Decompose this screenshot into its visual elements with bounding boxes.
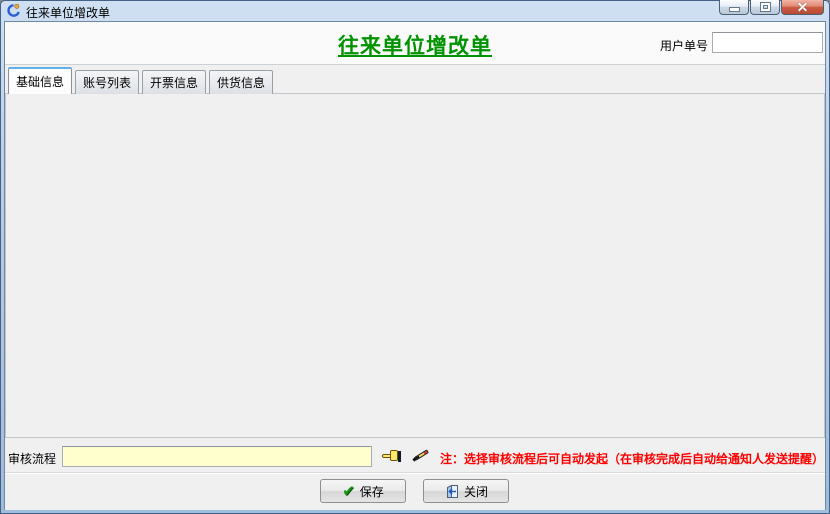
tab-invoice-info[interactable]: 开票信息 — [142, 70, 206, 94]
close-window-button[interactable] — [781, 0, 824, 15]
tab-supply-info[interactable]: 供货信息 — [209, 70, 273, 94]
sign-pen-icon[interactable] — [413, 446, 431, 463]
tab-label: 基础信息 — [16, 73, 64, 90]
audit-flow-input[interactable] — [62, 446, 372, 467]
tab-panel — [5, 93, 825, 438]
tab-label: 供货信息 — [217, 74, 265, 91]
title-bar[interactable]: 往来单位增改单 — [2, 2, 828, 21]
app-icon — [6, 3, 21, 18]
close-icon — [797, 2, 808, 13]
door-icon — [444, 484, 459, 499]
audit-note-text: 注：选择审核流程后可自动发起（在审核完成后自动给通知人发送提醒） — [440, 450, 824, 467]
tab-label: 账号列表 — [83, 74, 131, 91]
button-bar: ✔ 保存 关闭 — [5, 472, 825, 510]
check-icon: ✔ — [342, 482, 355, 500]
minimize-button[interactable] — [719, 0, 749, 15]
tab-label: 开票信息 — [150, 74, 198, 91]
save-button-label: 保存 — [360, 483, 384, 500]
user-no-input[interactable] — [712, 32, 823, 53]
tab-basic-info[interactable]: 基础信息 — [8, 67, 72, 94]
tab-strip: 基础信息 账号列表 开票信息 供货信息 — [8, 67, 276, 94]
close-button[interactable]: 关闭 — [423, 479, 509, 503]
app-window: 往来单位增改单 往来单位增改单 用户单号 基础信息 账号列表 开票信息 供货信息… — [0, 0, 830, 514]
maximize-icon — [761, 3, 770, 11]
tab-account-list[interactable]: 账号列表 — [75, 70, 139, 94]
window-title: 往来单位增改单 — [26, 4, 110, 21]
maximize-button[interactable] — [750, 0, 780, 15]
user-no-label: 用户单号 — [600, 37, 708, 54]
close-button-label: 关闭 — [464, 483, 488, 500]
audit-flow-label: 审核流程 — [8, 450, 60, 467]
save-button[interactable]: ✔ 保存 — [320, 479, 406, 503]
lookup-hand-icon[interactable] — [382, 449, 401, 463]
minimize-icon — [730, 8, 739, 11]
